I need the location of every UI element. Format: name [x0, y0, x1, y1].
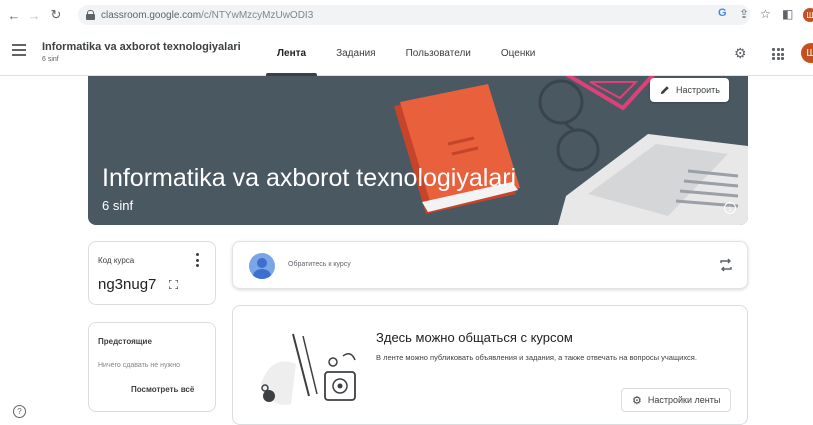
book-illustration — [394, 84, 520, 214]
upcoming-card: Предстоящие Ничего сдавать не нужно Посм… — [88, 322, 216, 412]
side-panel-icon[interactable]: ◧ — [782, 7, 793, 21]
url-host: classroom.google.com — [101, 9, 202, 21]
newspaper-illustration — [558, 134, 748, 225]
info-icon[interactable]: i — [724, 202, 736, 214]
tab-classwork[interactable]: Задания — [321, 30, 391, 76]
pencil-icon — [660, 85, 669, 94]
announce-placeholder[interactable]: Обратитесь к курсу — [288, 261, 351, 268]
course-section: 6 sinf — [42, 56, 59, 63]
bookmark-star-icon[interactable]: ☆ — [760, 7, 771, 21]
url-path: /c/NTYwMzcyMzUwODI3 — [201, 9, 314, 21]
stream-settings-button[interactable]: ⚙ Настройки ленты — [621, 388, 732, 412]
glasses-illustration — [538, 79, 600, 172]
upcoming-empty-text: Ничего сдавать не нужно — [98, 362, 180, 369]
stream-empty-title: Здесь можно общаться с курсом — [376, 330, 573, 345]
help-icon[interactable]: ? — [13, 405, 26, 418]
banner-course-section: 6 sinf — [102, 198, 134, 213]
google-lens-icon[interactable]: G — [718, 7, 727, 19]
course-banner: Informatika va axborot texnologiyalari 6… — [88, 76, 748, 225]
banner-illustration — [394, 76, 748, 225]
upcoming-title: Предстоящие — [98, 337, 152, 346]
course-tabs: Лента Задания Пользователи Оценки — [262, 30, 550, 76]
view-all-link[interactable]: Посмотреть всё — [131, 385, 194, 394]
course-title[interactable]: Informatika va axborot texnologiyalari — [42, 41, 241, 53]
class-code-value: ng3nug7 — [98, 276, 157, 293]
main-menu-icon[interactable] — [12, 44, 26, 56]
user-avatar — [249, 253, 275, 279]
customize-button[interactable]: Настроить — [650, 78, 729, 102]
banner-course-title: Informatika va axborot texnologiyalari — [102, 164, 517, 192]
announce-box[interactable]: Обратитесь к курсу — [232, 241, 748, 289]
stream-empty-description: В ленте можно публиковать объявления и з… — [376, 353, 697, 362]
tab-grades[interactable]: Оценки — [486, 30, 550, 76]
classroom-header: Informatika va axborot texnologiyalari 6… — [0, 30, 813, 76]
stream-empty-state: Здесь можно общаться с курсом В ленте мо… — [232, 305, 748, 425]
share-icon[interactable]: ⇪ — [739, 7, 749, 21]
class-code-card: Код курса ng3nug7 — [88, 241, 216, 305]
reload-icon[interactable]: ↻ — [48, 7, 64, 23]
google-apps-icon[interactable] — [772, 48, 784, 60]
tab-people[interactable]: Пользователи — [391, 30, 486, 76]
forward-arrow-icon[interactable]: → — [26, 7, 42, 23]
more-options-icon[interactable] — [195, 253, 199, 267]
gear-icon: ⚙ — [632, 394, 642, 407]
browser-profile-icon[interactable]: Ш — [803, 8, 813, 22]
stream-illustration — [261, 333, 356, 405]
class-code-label: Код курса — [98, 256, 135, 265]
stream-settings-label: Настройки ленты — [647, 395, 721, 405]
fullscreen-icon[interactable] — [169, 280, 178, 289]
account-avatar[interactable]: Ш — [801, 43, 813, 63]
back-arrow-icon[interactable]: ← — [6, 7, 22, 23]
settings-gear-icon[interactable]: ⚙ — [734, 45, 747, 62]
lock-icon — [86, 10, 95, 20]
customize-label: Настроить — [676, 85, 720, 95]
browser-toolbar: ← → ↻ classroom.google.com/c/NTYwMzcyMzU… — [0, 0, 813, 30]
address-bar[interactable]: classroom.google.com/c/NTYwMzcyMzUwODI3 — [78, 5, 750, 25]
repost-icon[interactable] — [719, 257, 733, 273]
tab-stream[interactable]: Лента — [262, 30, 321, 76]
